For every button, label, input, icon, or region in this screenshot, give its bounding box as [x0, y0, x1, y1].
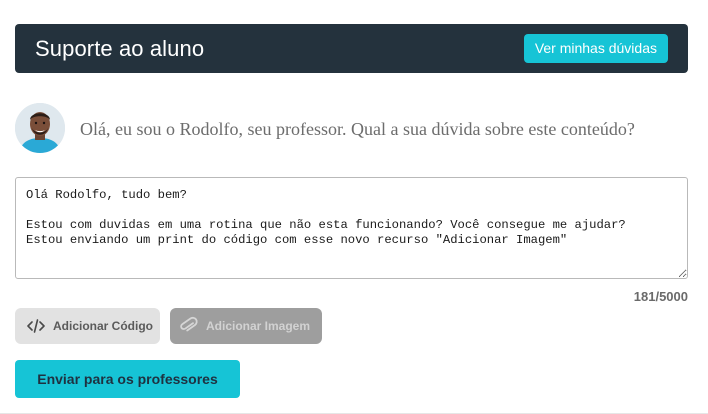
teacher-avatar-image: [15, 103, 65, 153]
question-textarea[interactable]: [15, 177, 688, 279]
support-panel: Suporte ao aluno Ver minhas dúvidas Olá,…: [0, 0, 708, 414]
send-to-teachers-button[interactable]: Enviar para os professores: [15, 360, 240, 398]
avatar: [15, 103, 65, 153]
code-icon: [25, 315, 47, 337]
add-code-label: Adicionar Código: [53, 319, 153, 333]
support-header: Suporte ao aluno Ver minhas dúvidas: [15, 24, 688, 73]
view-my-questions-button[interactable]: Ver minhas dúvidas: [523, 34, 668, 63]
add-image-label: Adicionar Imagem: [206, 319, 311, 333]
add-code-button[interactable]: Adicionar Código: [15, 308, 160, 344]
teacher-greeting: Olá, eu sou o Rodolfo, seu professor. Qu…: [80, 119, 635, 139]
character-counter: 181/5000: [633, 289, 688, 304]
add-image-button[interactable]: Adicionar Imagem: [170, 308, 322, 344]
paperclip-icon: [178, 315, 200, 337]
page-title: Suporte ao aluno: [35, 36, 205, 61]
